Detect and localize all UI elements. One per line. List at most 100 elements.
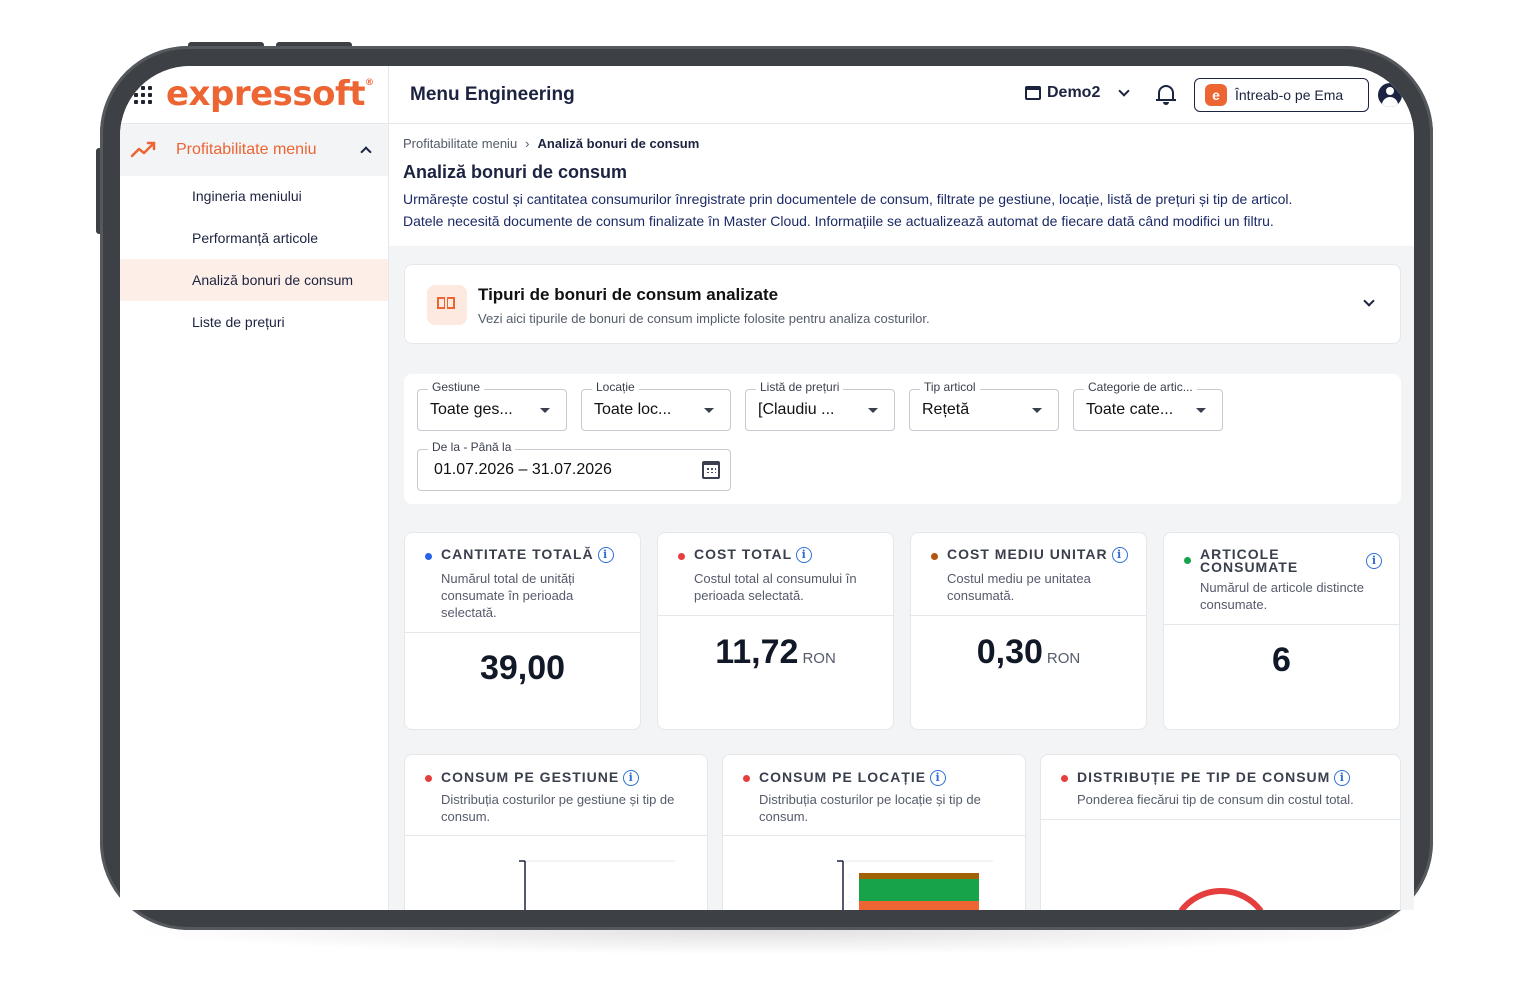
kpi-title: COST TOTAL i [694,547,813,564]
status-dot [743,775,750,782]
kpi-value: 6 [1272,641,1291,679]
chevron-up-icon [360,146,372,158]
chart-card-consum-pe-gestiune: CONSUM PE GESTIUNE i Distribuția costuril… [404,754,708,910]
chart-title: CONSUM PE LOCAȚIE i [759,769,947,787]
page-description: Urmărește costul și cantitatea consumuri… [403,191,1293,229]
chart-description: Distribuția costurilor pe gestiune și ti… [441,792,675,824]
store-icon [1025,86,1041,100]
chart-pie [1178,888,1264,910]
calendar-icon[interactable] [702,461,720,479]
sidebar-group-profitabilitate[interactable]: Profitabilitate meniu [120,124,388,176]
book-icon [427,285,467,325]
chart-description: Ponderea fiecărui tip de consum din cost… [1077,792,1354,807]
filter-gestiune[interactable]: Gestiune Toate ges... [417,380,567,431]
bar-segment-green[interactable] [859,879,979,901]
info-icon[interactable]: i [930,770,947,787]
consumption-types-panel[interactable]: Tipuri de bonuri de consum analizate Vez… [404,264,1401,344]
caret-down-icon [704,408,714,413]
expressoft-logo[interactable]: expressoft® [166,74,374,114]
status-dot [1184,557,1191,564]
filter-lista-preturi[interactable]: Listă de prețuri [Claudiu ... [745,380,895,431]
status-dot [931,553,938,560]
chevron-down-icon [1118,85,1131,97]
status-dot [678,553,685,560]
user-avatar-icon[interactable] [1378,83,1402,107]
kpi-card-cost-total: COST TOTAL i Costul total al consumului î… [657,532,894,730]
info-icon[interactable]: i [1366,553,1382,569]
info-icon[interactable]: i [623,770,640,787]
kpi-value: 0,30 RON [976,633,1081,671]
kpi-card-articole-consumate: ARTICOLE CONSUMATE i Numărul de articole… [1163,532,1400,730]
kpi-description: Numărul de articole distincte consumate. [1200,580,1365,612]
caret-down-icon [868,408,878,413]
date-range-label: De la - Până la [428,440,516,454]
info-icon[interactable]: i [1111,547,1128,564]
filter-value: Toate loc... [594,401,672,418]
sidebar-item-analiza-bonuri[interactable]: Analiză bonuri de consum [120,259,388,301]
filter-tip-articol[interactable]: Tip articol Rețetă [909,380,1059,431]
breadcrumb-parent[interactable]: Profitabilitate meniu [403,136,517,151]
bar-segment-orange[interactable] [859,901,979,910]
filter-label: Categorie de artic... [1084,380,1197,394]
ask-ema-button[interactable]: e Întreab-o pe Ema [1194,78,1369,112]
apps-grid-icon[interactable] [134,86,152,104]
filter-value: Rețetă [922,401,970,418]
chart-card-distributie-tip-consum: DISTRIBUȚIE PE TIP DE CONSUM i Ponderea f… [1040,754,1401,910]
filter-locatie[interactable]: Locație Toate loc... [581,380,731,431]
info-icon[interactable]: i [597,547,614,564]
chart-title: CONSUM PE GESTIUNE i [441,769,640,787]
bell-icon[interactable] [1156,83,1176,105]
kpi-title: CANTITATE TOTALĂ i [441,547,614,564]
filter-label: Gestiune [428,380,485,394]
divider [1041,819,1400,820]
chevron-down-icon[interactable] [1363,295,1375,307]
app-title: Menu Engineering [410,84,575,105]
filter-value: Toate ges... [430,401,513,418]
caret-down-icon [1032,408,1042,413]
info-icon[interactable]: i [796,547,813,564]
date-range-picker[interactable]: De la - Până la 01.07.2026 – 31.07.2026 [417,440,731,491]
status-dot [425,775,432,782]
filters-panel: Gestiune Toate ges... Locație Toate loc.… [404,374,1401,504]
caret-down-icon [540,408,550,413]
kpi-card-cost-mediu-unitar: COST MEDIU UNITAR i Costul mediu pe unita… [910,532,1147,730]
breadcrumb: Profitabilitate meniu › Analiză bonuri de … [403,136,699,151]
sidebar-item-liste-preturi[interactable]: Liste de prețuri [120,301,388,343]
caret-down-icon [1196,408,1206,413]
bar-segment-brown[interactable] [859,873,979,879]
page-title: Analiză bonuri de consum [403,162,628,182]
kpi-value: 39,00 [479,649,566,687]
filter-label: Listă de prețuri [756,380,844,394]
filter-categorie-articol[interactable]: Categorie de artic... Toate cate... [1073,380,1223,431]
store-selector[interactable]: Demo2 [1025,84,1131,102]
sidebar-item-performanta-articole[interactable]: Performanță articole [120,217,388,259]
store-name: Demo2 [1047,84,1101,101]
filter-value: Toate cate... [1086,401,1174,418]
date-range-value: 01.07.2026 – 31.07.2026 [434,461,612,478]
kpi-unit: RON [802,650,836,667]
trend-chart-icon [130,141,156,158]
kpi-description: Numărul total de unități consumate în pe… [441,571,575,620]
info-icon[interactable]: i [1334,770,1351,787]
ema-logo-icon: e [1205,84,1227,106]
kpi-description: Costul total al consumului în perioada s… [694,571,857,603]
chart-card-consum-pe-locatie: CONSUM PE LOCAȚIE i Distribuția costurilo… [722,754,1026,910]
divider [723,835,1025,836]
pie-slice[interactable] [1178,888,1264,910]
status-dot [1061,775,1068,782]
kpi-unit: RON [1046,650,1081,667]
filter-value: [Claudiu ... [758,401,835,418]
sidebar-item-ingineria-meniului[interactable]: Ingineria meniului [120,175,388,217]
ask-ema-label: Întreab-o pe Ema [1235,87,1344,103]
status-dot [425,553,432,560]
app-screen: expressoft® Menu Engineering Demo2 e Înt… [120,66,1414,910]
divider [405,835,707,836]
kpi-title: ARTICOLE CONSUMATE [1200,546,1299,575]
top-bar: expressoft® Menu Engineering Demo2 e Înt… [120,66,1414,124]
kpi-card-cantitate-totala: CANTITATE TOTALĂ i Numărul total de unită… [404,532,641,730]
chart-locatie [837,860,993,910]
chart-gestiune [519,860,675,910]
kpi-value: 11,72 RON [715,633,836,671]
filter-label: Tip articol [920,380,980,394]
breadcrumb-current: Analiză bonuri de consum [537,136,700,151]
